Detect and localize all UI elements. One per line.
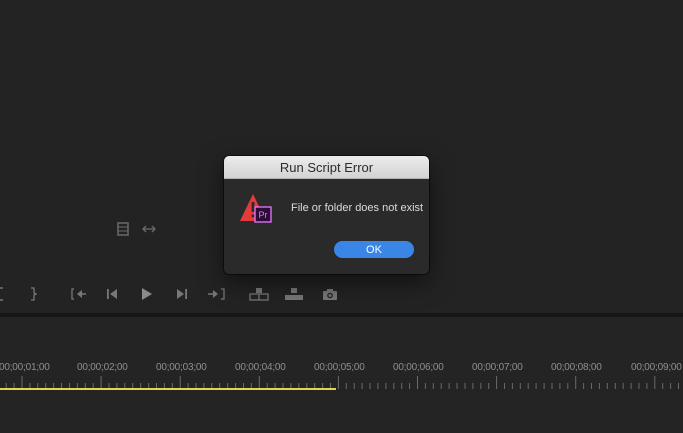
film-strip-icon[interactable] bbox=[115, 221, 131, 237]
timecode-label: 00;00;06;00 bbox=[393, 362, 444, 373]
time-ruler[interactable]: 00;00;01;00 00;00;02;00 00;00;03;00 00;0… bbox=[0, 362, 683, 376]
go-to-out-icon[interactable] bbox=[206, 284, 226, 304]
mark-in-icon[interactable] bbox=[0, 284, 6, 304]
timecode-label: 00;00;08;00 bbox=[551, 362, 602, 373]
premiere-badge: Pr bbox=[259, 210, 268, 220]
dialog-title: Run Script Error bbox=[279, 159, 374, 175]
dialog-message: File or folder does not exist bbox=[291, 202, 424, 214]
work-area-bar[interactable] bbox=[0, 388, 336, 390]
timecode-label: 00;00;03;00 bbox=[156, 362, 207, 373]
go-to-in-icon[interactable] bbox=[69, 284, 87, 304]
transport-controls bbox=[0, 284, 683, 304]
run-script-error-dialog: Run Script Error Pr File or folder does … bbox=[224, 156, 429, 274]
timecode-label: 00;00;04;00 bbox=[235, 362, 286, 373]
play-icon[interactable] bbox=[139, 284, 155, 304]
ok-button[interactable]: OK bbox=[334, 241, 414, 258]
dialog-titlebar[interactable]: Run Script Error bbox=[224, 156, 429, 179]
step-back-icon[interactable] bbox=[104, 284, 120, 304]
mark-out-icon[interactable] bbox=[27, 284, 39, 304]
warning-icon: Pr bbox=[239, 192, 273, 226]
timecode-label: 00;00;02;00 bbox=[77, 362, 128, 373]
timecode-label: 00;00;09;00 bbox=[631, 362, 682, 373]
timecode-label: 00;00;05;00 bbox=[314, 362, 365, 373]
monitor-mini-controls bbox=[115, 221, 157, 237]
adjust-icon[interactable] bbox=[141, 221, 157, 237]
camera-icon[interactable] bbox=[321, 284, 339, 304]
timecode-label: 00;00;07;00 bbox=[472, 362, 523, 373]
timecode-label: 00;00;01;00 bbox=[0, 362, 50, 373]
step-forward-icon[interactable] bbox=[174, 284, 190, 304]
insert-icon[interactable] bbox=[249, 284, 269, 304]
overwrite-icon[interactable] bbox=[284, 284, 304, 304]
